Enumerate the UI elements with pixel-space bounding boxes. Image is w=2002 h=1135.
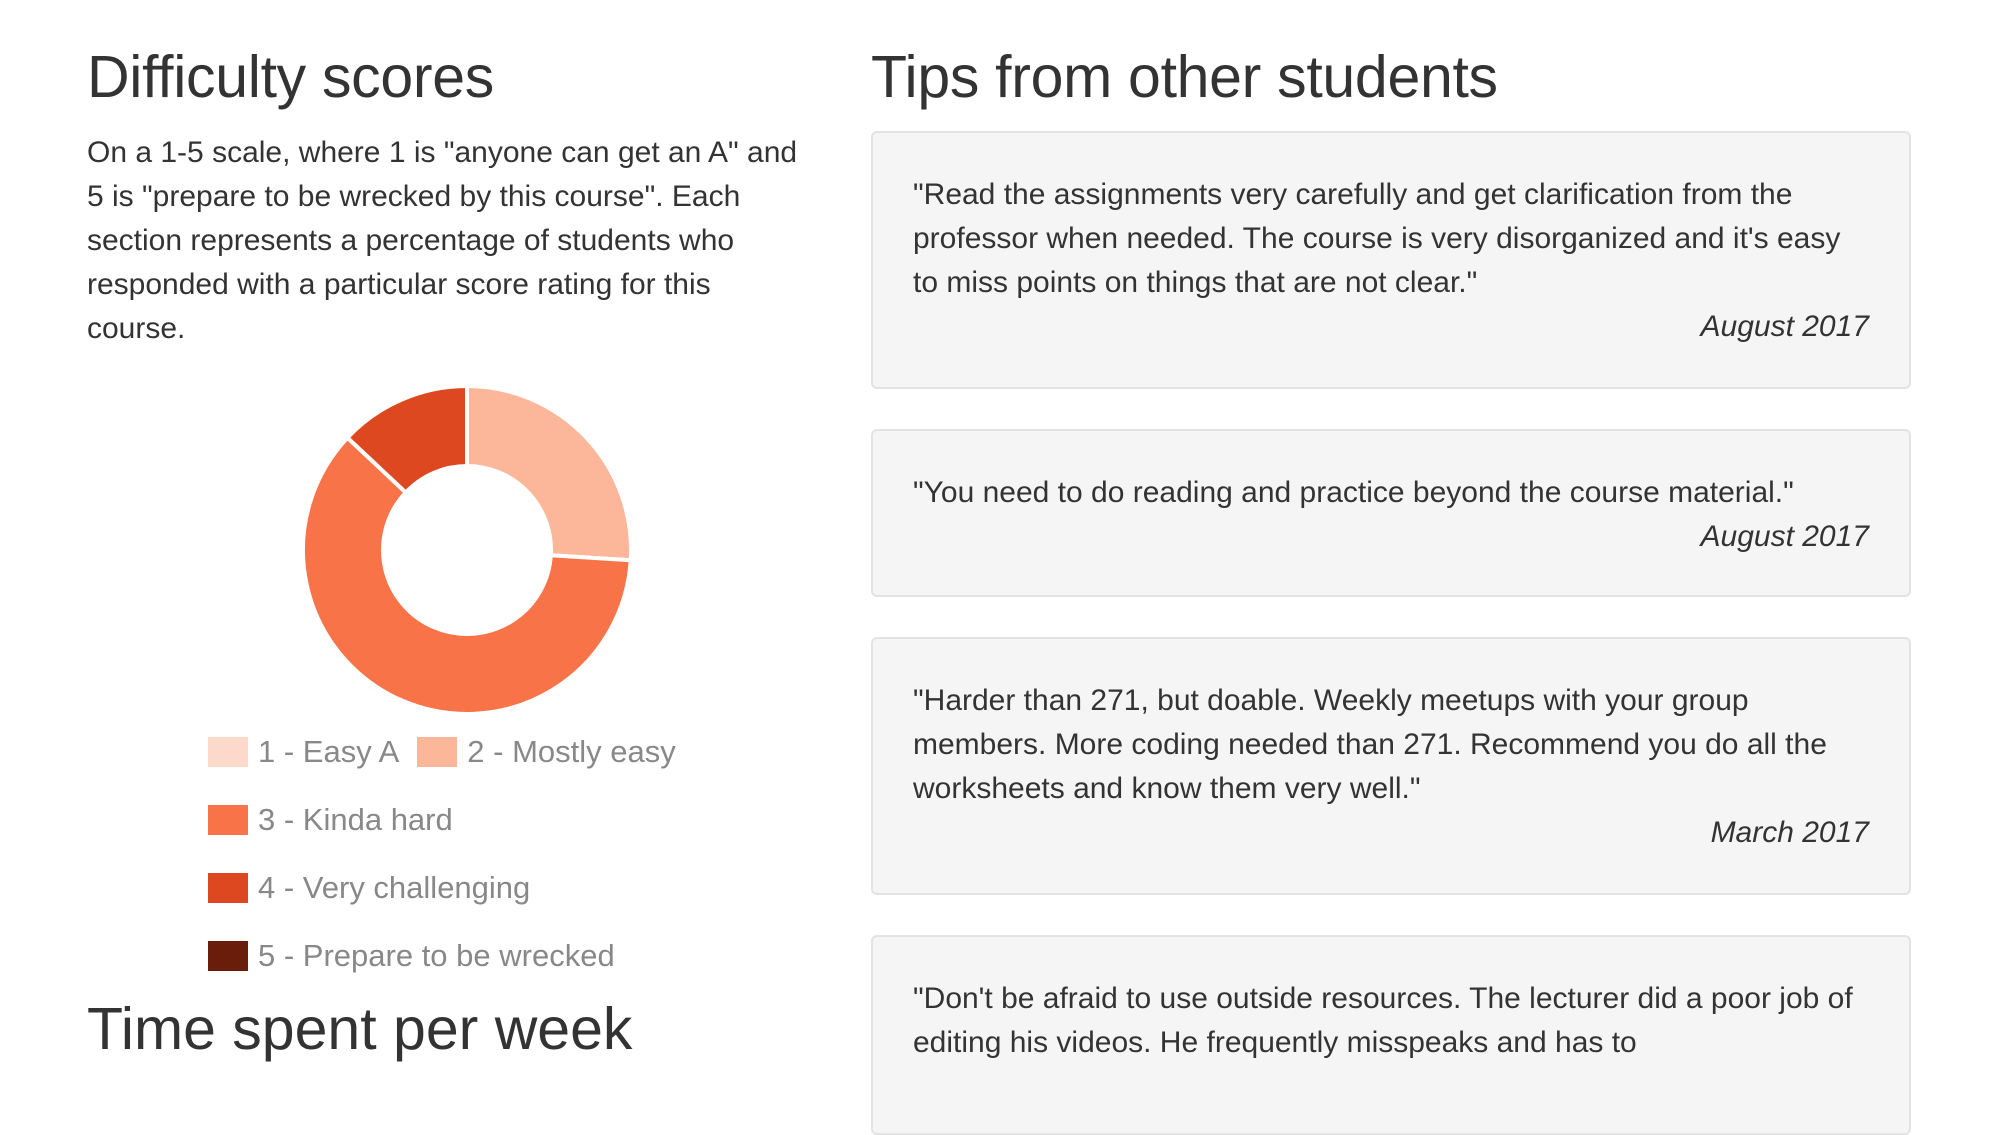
difficulty-description: On a 1-5 scale, where 1 is "anyone can g… xyxy=(87,136,798,345)
legend-item-mostly-easy[interactable]: 2 - Mostly easy xyxy=(417,734,676,770)
legend-item-prepare-to-be-wrecked[interactable]: 5 - Prepare to be wrecked xyxy=(208,938,615,974)
tip-card: "You need to do reading and practice bey… xyxy=(871,429,1911,597)
legend-label: 3 - Kinda hard xyxy=(258,802,453,837)
time-spent-title: Time spent per week xyxy=(87,996,633,1062)
legend-item-very-challenging[interactable]: 4 - Very challenging xyxy=(208,870,530,906)
legend-item-kinda-hard[interactable]: 3 - Kinda hard xyxy=(208,802,453,838)
chart-legend: 1 - Easy A 2 - Mostly easy 3 - Kinda har… xyxy=(208,718,768,990)
legend-swatch xyxy=(208,805,248,835)
legend-row: 4 - Very challenging xyxy=(208,854,768,922)
legend-row: 5 - Prepare to be wrecked xyxy=(208,922,768,990)
legend-swatch xyxy=(208,941,248,971)
tip-text: "Don't be afraid to use outside resource… xyxy=(913,982,1853,1059)
tip-date: August 2017 xyxy=(1700,310,1869,343)
legend-swatch xyxy=(417,737,458,767)
legend-row: 3 - Kinda hard xyxy=(208,786,768,854)
legend-label: 4 - Very challenging xyxy=(258,870,531,905)
legend-swatch xyxy=(208,737,248,767)
donut-slice-2[interactable] xyxy=(465,383,633,563)
tip-card: "Read the assignments very carefully and… xyxy=(871,131,1911,389)
legend-item-easy-a[interactable]: 1 - Easy A xyxy=(208,734,399,770)
donut-svg xyxy=(301,383,633,716)
tip-text: "Harder than 271, but doable. Weekly mee… xyxy=(913,684,1827,805)
tip-text: "You need to do reading and practice bey… xyxy=(913,476,1794,509)
tip-card: "Harder than 271, but doable. Weekly mee… xyxy=(871,637,1911,895)
legend-label: 2 - Mostly easy xyxy=(467,734,676,769)
legend-row: 1 - Easy A 2 - Mostly easy xyxy=(208,718,768,786)
legend-label: 1 - Easy A xyxy=(258,734,400,769)
tip-text: "Read the assignments very carefully and… xyxy=(913,178,1841,299)
tip-date: August 2017 xyxy=(1700,520,1869,553)
difficulty-title: Difficulty scores xyxy=(87,44,494,110)
tip-date: March 2017 xyxy=(1710,816,1869,849)
tips-title: Tips from other students xyxy=(871,44,1498,110)
legend-swatch xyxy=(208,873,248,903)
difficulty-donut-chart xyxy=(287,370,647,730)
legend-label: 5 - Prepare to be wrecked xyxy=(258,938,615,973)
tip-card: "Don't be afraid to use outside resource… xyxy=(871,935,1911,1135)
